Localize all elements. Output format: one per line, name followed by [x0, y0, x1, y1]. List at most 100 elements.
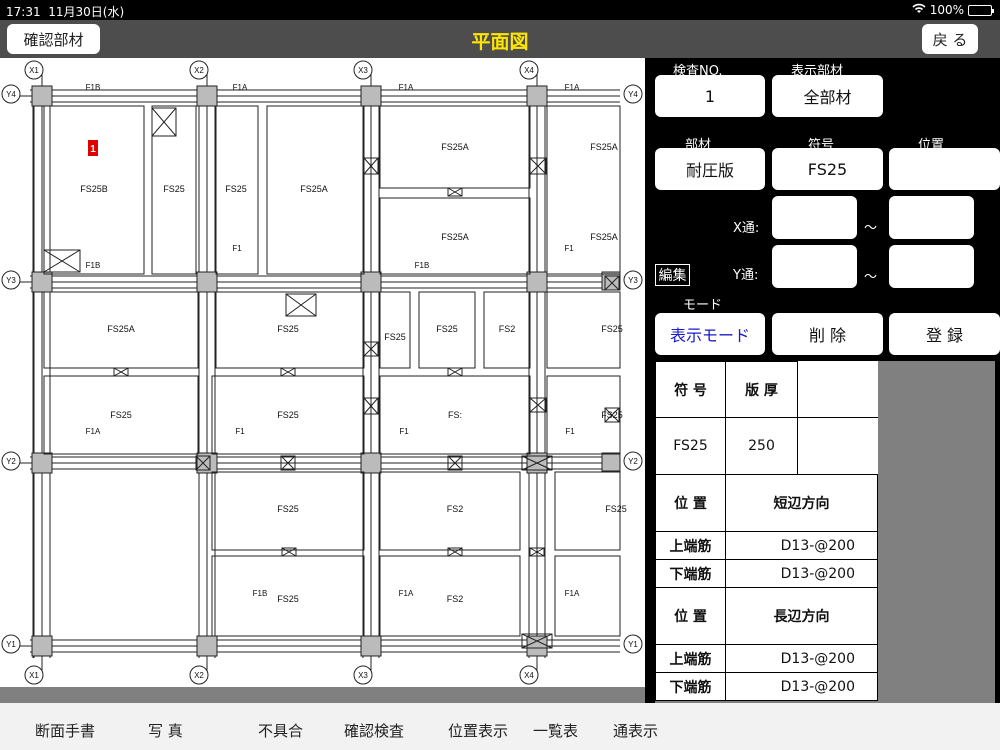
- beam-label: F1A: [565, 83, 580, 92]
- position-field[interactable]: [889, 148, 1000, 190]
- axis-label-right: Y3: [628, 276, 638, 285]
- slab-label: FS:: [448, 410, 462, 420]
- column: [31, 271, 53, 293]
- register-button[interactable]: 登 録: [889, 313, 1000, 355]
- column: [601, 452, 621, 472]
- spec-table-area: 符 号 版 厚 FS25 250 位 置 短辺方向 上端筋 D13-@200 下…: [655, 361, 995, 703]
- long-direction-header: 長辺方向: [725, 587, 878, 645]
- column: [360, 452, 382, 474]
- floor-plan-drawing[interactable]: X1 X1 X2 X2 X3 X3 X4 X4 Y4 Y4 Y3 Y3 Y2 Y2 Y1 Y1 F1B F1A F1…: [0, 58, 645, 687]
- battery-percent: 100%: [929, 3, 964, 17]
- y-from-field[interactable]: [772, 245, 857, 288]
- slab-label: FS25: [110, 410, 132, 420]
- slab-panel: [546, 105, 621, 275]
- axis-label-bottom: X4: [524, 671, 534, 680]
- delete-button[interactable]: 削 除: [772, 313, 883, 355]
- mode-label: モード: [683, 298, 723, 313]
- beam-label: F1A: [233, 83, 248, 92]
- slab-label: FS25A: [590, 232, 618, 242]
- slab-label: FS25: [277, 504, 299, 514]
- position-header-1: 位 置: [655, 474, 726, 532]
- drawing-bottom-bar: [0, 687, 645, 703]
- wifi-icon: [912, 3, 926, 17]
- beam-label: F1B: [86, 83, 101, 92]
- axis-label-top: X2: [194, 66, 204, 75]
- beam-label: F1B: [253, 589, 268, 598]
- beam-label: F1A: [399, 589, 414, 598]
- right-panel: 検査NO. 表示部材 1 全部材 部材 符号 位置 耐圧版 FS25 X通: 〜…: [645, 58, 1000, 703]
- x-tilde: 〜: [864, 221, 878, 236]
- column: [31, 452, 53, 474]
- column: [526, 271, 548, 293]
- slab-label: FS25: [601, 324, 623, 334]
- long-bottom-bar-value: D13-@200: [725, 672, 878, 701]
- y-to-field[interactable]: [889, 245, 974, 288]
- thickness-header: 版 厚: [725, 361, 798, 418]
- slab-label: FS25: [225, 184, 247, 194]
- toolbar-position-display[interactable]: 位置表示: [448, 720, 508, 741]
- toolbar-list[interactable]: 一覧表: [533, 720, 578, 741]
- slab-label: FS25: [436, 324, 458, 334]
- column: [31, 85, 53, 107]
- column: [526, 85, 548, 107]
- status-right: 100%: [912, 3, 994, 17]
- member-field[interactable]: 耐圧版: [655, 148, 765, 190]
- slab-label: FS25: [277, 324, 299, 334]
- axis-label-right: Y1: [628, 640, 638, 649]
- slab-label: FS25A: [300, 184, 328, 194]
- slab-label: FS25A: [441, 232, 469, 242]
- slab-label: FS25: [163, 184, 185, 194]
- toolbar-grid-display[interactable]: 通表示: [613, 720, 658, 741]
- status-bar: 17:31 11月30日(水) 100%: [0, 0, 1000, 20]
- short-top-bar-value: D13-@200: [725, 531, 878, 560]
- battery-icon: [968, 4, 994, 16]
- column: [196, 635, 218, 657]
- slab-label: FS25: [277, 594, 299, 604]
- axis-label-right: Y4: [628, 90, 638, 99]
- axis-label-left: Y3: [6, 276, 16, 285]
- axis-label-top: X1: [29, 66, 39, 75]
- axis-label-bottom: X2: [194, 671, 204, 680]
- position-header-2: 位 置: [655, 587, 726, 645]
- slab-label: FS2: [447, 504, 464, 514]
- page-title: 平面図: [471, 31, 529, 53]
- toolbar-confirm-inspection[interactable]: 確認検査: [344, 720, 404, 741]
- symbol-field[interactable]: FS25: [772, 148, 883, 190]
- toolbar-section-sketch[interactable]: 断面手書: [35, 720, 95, 741]
- axis-label-right: Y2: [628, 457, 638, 466]
- back-button[interactable]: 戻 る: [922, 24, 978, 54]
- floor-plan-svg[interactable]: X1 X1 X2 X2 X3 X3 X4 X4 Y4 Y4 Y3 Y3 Y2 Y2 Y1 Y1 F1B F1A F1…: [0, 58, 645, 687]
- column: [360, 635, 382, 657]
- slab-label: FS25A: [441, 142, 469, 152]
- inspection-no-field[interactable]: 1: [655, 75, 765, 117]
- beam-label: F1: [232, 244, 242, 253]
- slab-label: FS2: [447, 594, 464, 604]
- beam-label: F1: [235, 427, 245, 436]
- short-bottom-bar-value: D13-@200: [725, 559, 878, 588]
- edit-label[interactable]: 編集: [655, 264, 690, 286]
- axis-label-left: Y1: [6, 640, 16, 649]
- beam-label: F1: [565, 427, 575, 436]
- long-top-bar-label: 上端筋: [655, 644, 726, 673]
- short-bottom-bar-label: 下端筋: [655, 559, 726, 588]
- display-member-field[interactable]: 全部材: [772, 75, 883, 117]
- x-to-field[interactable]: [889, 196, 974, 239]
- slab-panel: [379, 291, 411, 369]
- beam-label: F1B: [86, 261, 101, 270]
- y-axis-label: Y通:: [733, 268, 759, 283]
- slab-label: FS25: [384, 332, 406, 342]
- beam-label: F1A: [86, 427, 101, 436]
- thickness-value: 250: [725, 417, 798, 475]
- beam-label: F1A: [399, 83, 414, 92]
- slab-label: FS25: [277, 410, 299, 420]
- toolbar-defect[interactable]: 不具合: [258, 720, 303, 741]
- display-mode-button[interactable]: 表示モード: [655, 313, 765, 355]
- axis-label-top: X3: [358, 66, 368, 75]
- status-time: 17:31 11月30日(水): [6, 5, 125, 19]
- symbol-header: 符 号: [655, 361, 726, 418]
- inspection-marker-label: 1: [90, 144, 96, 155]
- toolbar-photo[interactable]: 写 真: [148, 720, 183, 741]
- slab-label: FS2: [499, 324, 516, 334]
- short-top-bar-label: 上端筋: [655, 531, 726, 560]
- x-from-field[interactable]: [772, 196, 857, 239]
